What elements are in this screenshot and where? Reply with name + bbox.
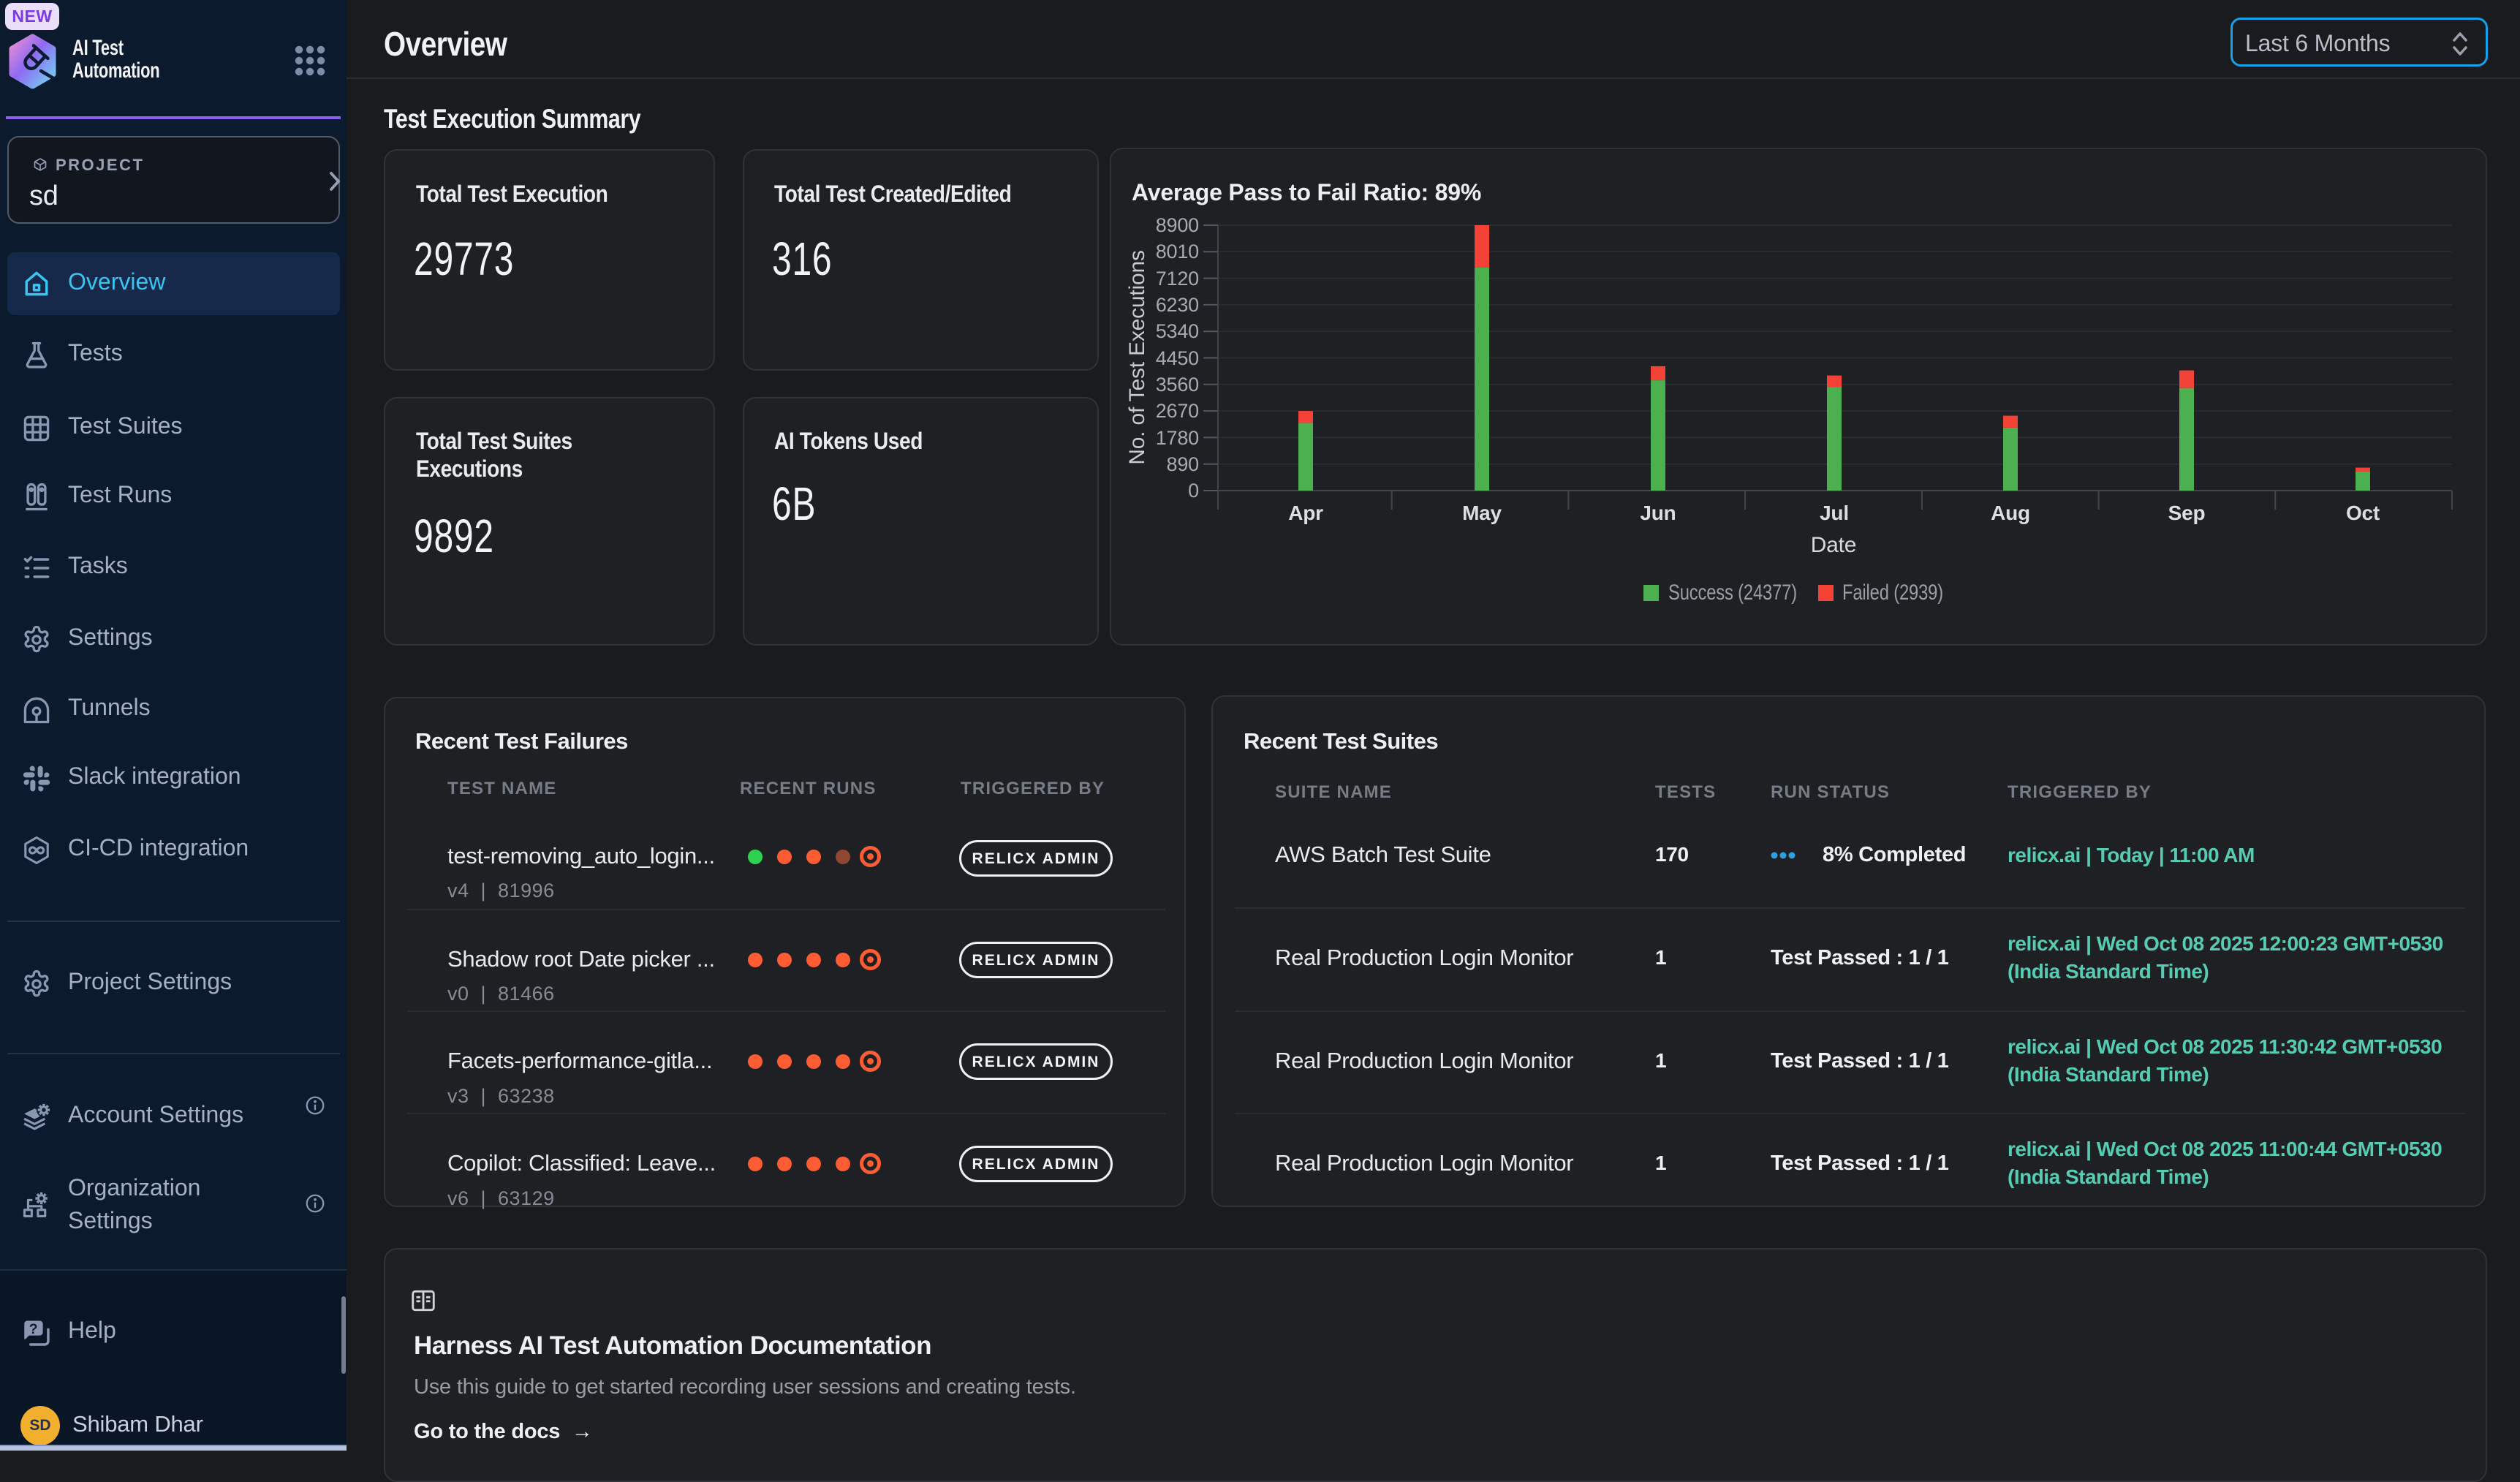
- svg-text:Failed (2939): Failed (2939): [1842, 581, 1943, 605]
- svg-text:8900: 8900: [1156, 214, 1199, 236]
- svg-text:8010: 8010: [1156, 241, 1199, 262]
- svg-text:0: 0: [1188, 480, 1199, 502]
- svg-text:4450: 4450: [1156, 347, 1199, 369]
- svg-text:Oct: Oct: [2346, 502, 2380, 524]
- svg-text:5340: 5340: [1156, 320, 1199, 342]
- svg-text:1780: 1780: [1156, 427, 1199, 449]
- svg-text:7120: 7120: [1156, 268, 1199, 290]
- svg-text:Apr: Apr: [1288, 502, 1323, 524]
- svg-text:May: May: [1462, 502, 1502, 524]
- svg-text:Date: Date: [1811, 533, 1857, 557]
- svg-text:Average Pass to Fail Ratio: 89: Average Pass to Fail Ratio: 89%: [1132, 179, 1481, 205]
- svg-text:Jul: Jul: [1820, 502, 1849, 524]
- svg-text:890: 890: [1167, 453, 1199, 475]
- svg-text:Aug: Aug: [1991, 502, 2030, 524]
- svg-text:6230: 6230: [1156, 294, 1199, 316]
- svg-text:Jun: Jun: [1640, 502, 1676, 524]
- svg-text:Sep: Sep: [2168, 502, 2206, 524]
- svg-text:?: ?: [29, 1322, 37, 1337]
- svg-text:No. of Test Executions: No. of Test Executions: [1125, 250, 1149, 465]
- svg-text:3560: 3560: [1156, 374, 1199, 396]
- svg-text:Success (24377): Success (24377): [1668, 581, 1797, 605]
- svg-text:2670: 2670: [1156, 400, 1199, 422]
